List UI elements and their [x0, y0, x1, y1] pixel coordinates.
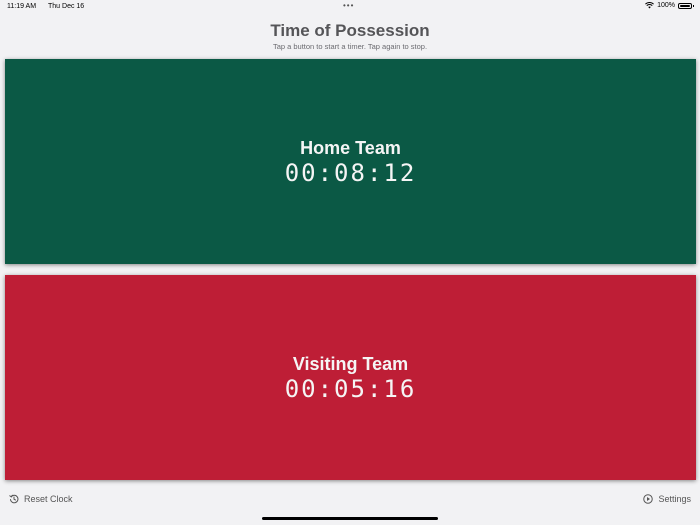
status-right: 100% — [645, 2, 694, 9]
status-date: Thu Dec 16 — [48, 3, 85, 10]
wifi-icon — [645, 2, 655, 9]
battery-icon — [678, 2, 694, 9]
page-title: Time of Possession — [270, 21, 430, 40]
reset-clock-button[interactable]: Reset Clock — [9, 494, 73, 504]
play-circle-icon — [643, 494, 654, 504]
settings-label: Settings — [658, 494, 691, 504]
battery-percent: 100% — [657, 2, 675, 9]
home-team-name: Home Team — [300, 137, 401, 158]
header: Time of Possession Tap a button to start… — [0, 20, 700, 51]
visiting-team-time: 00:05:16 — [284, 374, 417, 403]
home-team-timer-button[interactable]: Home Team 00:08:12 — [5, 59, 696, 264]
status-bar: 11:19 AM Thu Dec 16 ••• 100% — [0, 0, 700, 14]
status-left: 11:19 AM Thu Dec 16 — [7, 3, 84, 10]
visiting-team-name: Visiting Team — [292, 353, 409, 374]
page-subtitle: Tap a button to start a timer. Tap again… — [272, 42, 428, 51]
status-time: 11:19 AM — [7, 3, 37, 10]
home-indicator[interactable] — [262, 517, 438, 520]
visiting-team-timer-button[interactable]: Visiting Team 00:05:16 — [5, 275, 696, 480]
reset-clock-label: Reset Clock — [24, 494, 73, 504]
home-team-time: 00:08:12 — [284, 158, 417, 187]
multitasking-dots-icon[interactable]: ••• — [343, 2, 354, 10]
settings-button[interactable]: Settings — [643, 494, 691, 504]
history-icon — [9, 494, 19, 504]
